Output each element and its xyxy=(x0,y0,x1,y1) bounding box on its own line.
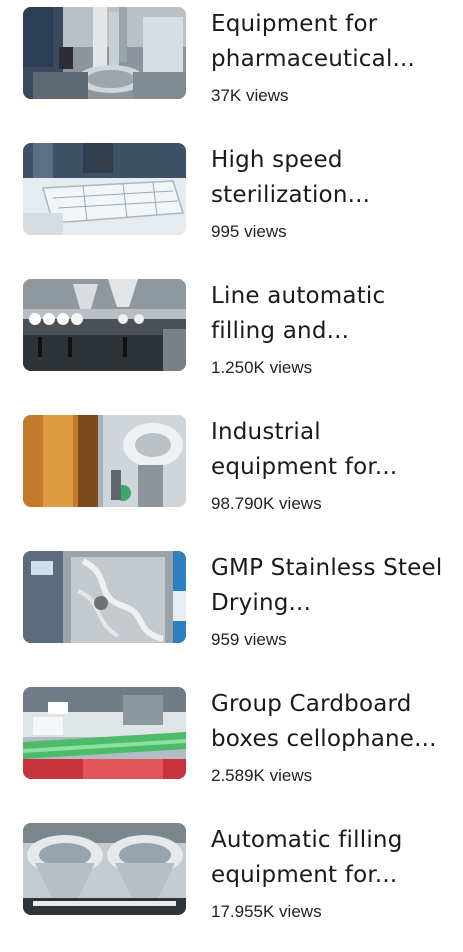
video-list-item[interactable]: Group Cardboard boxes cellophane... 2.58… xyxy=(0,680,463,816)
video-thumbnail[interactable] xyxy=(23,551,186,643)
video-title[interactable]: High speed sterilization... xyxy=(211,143,451,213)
view-count: 995 views xyxy=(211,222,287,241)
video-list-item[interactable]: Equipment for pharmaceutical... 37K view… xyxy=(0,0,463,136)
video-thumbnail[interactable] xyxy=(23,415,186,507)
video-title[interactable]: GMP Stainless Steel Drying... xyxy=(211,551,451,621)
view-count: 2.589K views xyxy=(211,766,313,785)
video-title[interactable]: Line automatic filling and... xyxy=(211,279,451,349)
video-list-item[interactable]: Line automatic filling and... 1.250K vie… xyxy=(0,272,463,408)
sterilization-machine-thumbnail xyxy=(23,143,186,235)
video-thumbnail[interactable] xyxy=(23,279,186,371)
filling-line-thumbnail xyxy=(23,279,186,371)
view-count: 37K views xyxy=(211,86,289,105)
video-thumbnail[interactable] xyxy=(23,687,186,779)
video-thumbnail[interactable] xyxy=(23,7,186,99)
view-count: 98.790K views xyxy=(211,494,322,513)
video-list-item[interactable]: High speed sterilization... 995 views xyxy=(0,136,463,272)
pharmaceutical-equipment-thumbnail xyxy=(23,7,186,99)
video-title[interactable]: Automatic filling equipment for... xyxy=(211,823,451,893)
video-title[interactable]: Group Cardboard boxes cellophane... xyxy=(211,687,451,757)
filling-hoppers-thumbnail xyxy=(23,823,186,915)
video-list-item[interactable]: GMP Stainless Steel Drying... 959 views xyxy=(0,544,463,680)
view-count: 959 views xyxy=(211,630,287,649)
video-thumbnail[interactable] xyxy=(23,143,186,235)
view-count: 1.250K views xyxy=(211,358,313,377)
cellophane-wrapping-thumbnail xyxy=(23,687,186,779)
video-list-item[interactable]: Industrial equipment for... 98.790K view… xyxy=(0,408,463,544)
view-count: 17.955K views xyxy=(211,902,322,921)
video-list-item[interactable]: Automatic filling equipment for... 17.95… xyxy=(0,816,463,952)
video-title[interactable]: Equipment for pharmaceutical... xyxy=(211,7,451,77)
video-thumbnail[interactable] xyxy=(23,823,186,915)
video-title[interactable]: Industrial equipment for... xyxy=(211,415,451,485)
drying-oven-thumbnail xyxy=(23,551,186,643)
industrial-equipment-thumbnail xyxy=(23,415,186,507)
